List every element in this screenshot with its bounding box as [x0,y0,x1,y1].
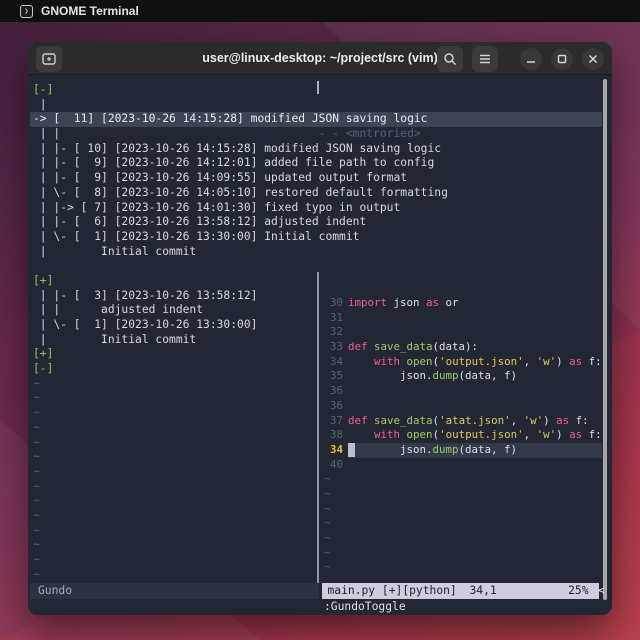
line-number: 30 [322,296,343,311]
minimize-icon [526,54,536,64]
code-line[interactable]: 40 [322,458,602,473]
code-line[interactable]: 34 with open('output.json', 'w') as f: [322,355,602,370]
gundo-statusline: Gundo [30,583,319,599]
line-number: 33 [322,340,343,355]
text-cursor-beam [317,81,319,94]
code-line[interactable]: 34 json.dump(data, f) [322,443,602,458]
vim-vertical-split-divider[interactable] [317,272,319,583]
vim-command-line[interactable]: :GundoToggle [324,599,406,614]
empty-line-tilde: ~ [322,546,602,561]
vim-block-cursor [348,443,355,457]
undo-tree-row[interactable]: | Initial commit [30,245,602,260]
terminal-window: user@linux-desktop: ~/project/src (vim) [28,42,612,615]
undo-tree-row[interactable]: -> [ 11] [2023-10-26 14:15:28] modified … [30,112,602,127]
search-icon [443,52,457,66]
undo-tree-row[interactable]: | |- [ 9] [2023-10-26 14:09:55] updated … [30,171,602,186]
empty-line-tilde: ~ [322,560,602,575]
line-number: 37 [322,414,343,429]
new-tab-button[interactable] [36,46,62,72]
undo-tree-row[interactable]: [-] [30,83,602,98]
statusline-overflow-mark: < [598,583,605,599]
line-number: 36 [322,384,343,399]
hamburger-menu-icon [479,54,491,64]
close-icon [588,54,598,64]
terminal-app-icon: ❯ [20,5,33,18]
line-number: 34 [322,355,343,370]
line-number: 40 [322,458,343,473]
terminal-scrollbar[interactable] [603,79,607,600]
terminal-content[interactable]: [-] |-> [ 11] [2023-10-26 14:15:28] modi… [28,75,612,614]
menu-button[interactable] [472,46,498,72]
empty-line-tilde: ~ [322,516,602,531]
line-number: 32 [322,325,343,340]
new-tab-icon [42,53,56,65]
code-line[interactable]: 30import json as or [322,296,602,311]
statusline-cursor-position: 34,1 [470,583,497,599]
maximize-icon [557,54,567,64]
search-button[interactable] [437,46,463,72]
undo-tree-row[interactable]: [+] [30,274,602,289]
empty-line-tilde: ~ [322,487,602,502]
minimize-button[interactable] [520,48,542,70]
undo-tree-row[interactable]: | |- [ 10] [2023-10-26 14:15:28] modifie… [30,142,602,157]
statusline-filename: main.py [+][python] [328,583,457,599]
empty-line-tilde: ~ [322,531,602,546]
line-number: 34 [322,443,343,458]
undo-tree-row[interactable]: | \- [ 8] [2023-10-26 14:05:10] restored… [30,186,602,201]
undo-tree-row[interactable]: | [30,98,602,113]
code-line[interactable]: 33def save_data(data): [322,340,602,355]
line-number: 31 [322,311,343,326]
undo-tree-row[interactable]: | \- [ 1] [2023-10-26 13:30:00] Initial … [30,230,602,245]
undo-tree-row[interactable]: | |-> [ 7] [2023-10-26 14:01:30] fixed t… [30,201,602,216]
line-number: 36 [322,399,343,414]
code-preview-pane: 30import json as or313233def save_data(d… [322,296,602,575]
undo-tree-row[interactable] [30,259,602,274]
maximize-button[interactable] [551,48,573,70]
code-line[interactable]: 38 with open('output.json', 'w') as f: [322,428,602,443]
empty-line-tilde: ~ [322,472,602,487]
main-statusline: main.py [+][python] 34,1 25% [322,583,599,599]
code-line[interactable]: 36 [322,399,602,414]
desktop-background: ❯ GNOME Terminal user@linux-desktop: ~/p… [0,0,640,640]
undo-tree-row[interactable]: | | - - <mntroried> [30,127,602,142]
code-line[interactable]: 35 json.dump(data, f) [322,369,602,384]
undo-tree-row[interactable]: | |- [ 6] [2023-10-26 13:58:12] adjusted… [30,215,602,230]
close-button[interactable] [582,48,604,70]
undo-tree-row[interactable]: | |- [ 9] [2023-10-26 14:12:01] added fi… [30,156,602,171]
code-line[interactable]: 36 [322,384,602,399]
statusline-scroll-percent: 25% [568,583,588,599]
line-number: 35 [322,369,343,384]
empty-line-tilde: ~ [322,502,602,517]
line-number: 38 [322,428,343,443]
code-line[interactable]: 37def save_data('atat.json', 'w') as f: [322,414,602,429]
terminal-headerbar[interactable]: user@linux-desktop: ~/project/src (vim) [28,42,612,75]
code-line[interactable]: 31 [322,311,602,326]
gnome-top-bar: ❯ GNOME Terminal [0,0,640,22]
code-line[interactable]: 32 [322,325,602,340]
focused-app-name[interactable]: GNOME Terminal [41,4,139,18]
